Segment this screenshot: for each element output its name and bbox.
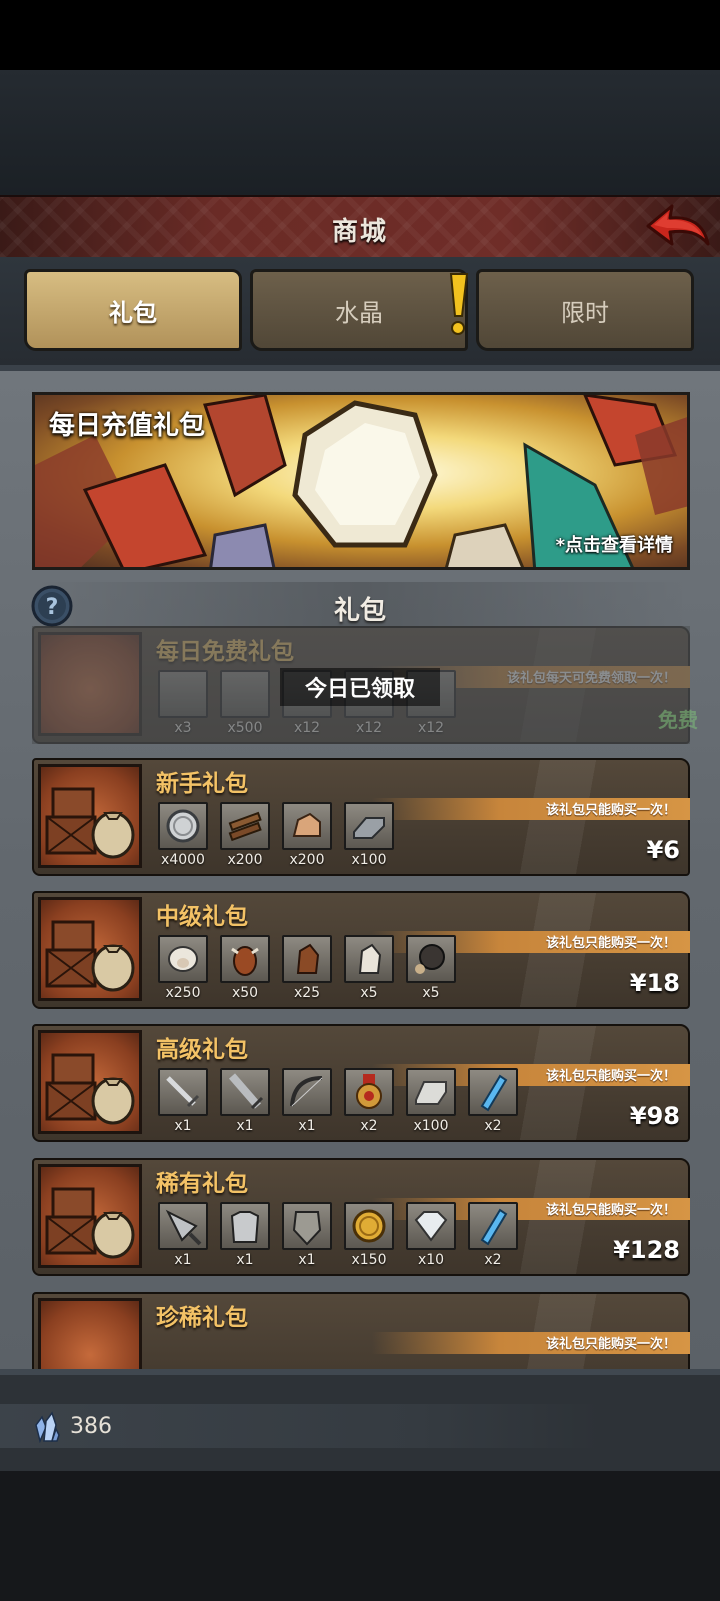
pack-item: x250: [158, 935, 208, 1007]
banner-hint: *点击查看详情: [555, 535, 673, 556]
tab-label: 礼包: [109, 298, 157, 327]
pack-crates-icon: [38, 1030, 142, 1134]
silver-coin-icon: [158, 802, 208, 850]
wood-planks-icon: [220, 802, 270, 850]
cow-icon: [220, 935, 270, 983]
section-title: 礼包: [333, 596, 386, 626]
pack-price: 免费: [658, 708, 698, 732]
banner-title: 每日充值礼包: [49, 411, 206, 441]
dark-orb-icon: [406, 935, 456, 983]
pack-item: x4000: [158, 802, 208, 874]
drill-icon: [158, 1202, 208, 1250]
pack-item: x10: [406, 1202, 456, 1274]
title-bar: 商城: [0, 195, 720, 261]
sword-icon: [158, 1068, 208, 1116]
pack-limit-text: 该礼包只能购买一次！: [545, 936, 676, 951]
pack-price-button[interactable]: ¥18: [630, 969, 680, 997]
stone-ore-icon: [282, 802, 332, 850]
pack-price-button[interactable]: ¥98: [630, 1102, 680, 1130]
tab-label: 限时: [561, 298, 609, 327]
pack-item: x25: [282, 935, 332, 1007]
pack-limit-text: 该礼包只能购买一次！: [545, 1069, 676, 1084]
pack-name: 新手礼包: [156, 771, 248, 797]
pack-limit-text: 该礼包只能购买一次！: [545, 1337, 676, 1352]
tab-limited-time[interactable]: 限时: [476, 269, 694, 351]
pack-item: x1: [158, 1068, 208, 1140]
tab-crystals[interactable]: 水晶: [250, 269, 468, 351]
back-arrow-icon: [646, 204, 710, 246]
pack-limit-text: 该礼包只能购买一次！: [545, 1203, 676, 1218]
pack-item: x2: [468, 1068, 518, 1140]
pack-name: 中级礼包: [156, 904, 248, 930]
pack-item: x5: [406, 935, 456, 1007]
pack-advanced[interactable]: 高级礼包 该礼包只能购买一次！ x1 x1 x1 x2 x100 x2 ¥98: [32, 1024, 690, 1142]
pack-price-button[interactable]: ¥6: [647, 836, 680, 864]
pack-intermediate[interactable]: 中级礼包 该礼包只能购买一次！ x250 x50 x25 x5 x5 ¥18: [32, 891, 690, 1009]
pack-item: x200: [282, 802, 332, 874]
pack-item: x1: [282, 1202, 332, 1274]
page-title: 商城: [331, 217, 388, 247]
exclamation-alert-icon: [446, 272, 470, 338]
tab-gift-packs[interactable]: 礼包: [24, 269, 242, 351]
bow-icon: [282, 1068, 332, 1116]
pack-price-button[interactable]: ¥128: [613, 1236, 680, 1264]
tab-label: 水晶: [335, 298, 383, 327]
pack-limit-text: 该礼包只能购买一次！: [545, 803, 676, 818]
pack-rare[interactable]: 稀有礼包 该礼包只能购买一次！ x1 x1 x1 x150 x10 x2 ¥12…: [32, 1158, 690, 1276]
pack-name: 稀有礼包: [156, 1171, 248, 1197]
pack-item: x1: [220, 1202, 270, 1274]
medal-icon: [344, 1068, 394, 1116]
iron-ingot-icon: [344, 802, 394, 850]
pack-crates-icon: [38, 897, 142, 1001]
pack-item: x1: [158, 1202, 208, 1274]
pack-crates-icon: [38, 764, 142, 868]
pack-item: x100: [406, 1068, 456, 1140]
pack-item: x5: [344, 935, 394, 1007]
crystal-icon: [34, 1411, 60, 1444]
blue-crystal-icon: [468, 1068, 518, 1116]
upper-frame: [0, 70, 720, 195]
pack-precious[interactable]: 珍稀礼包 该礼包只能购买一次！: [32, 1292, 690, 1369]
blue-crystal-icon: [468, 1202, 518, 1250]
pack-item: x2: [468, 1202, 518, 1274]
pack-newbie[interactable]: 新手礼包 该礼包只能购买一次！ x4000 x200 x200 x100 ¥6: [32, 758, 690, 876]
pack-item: x200: [220, 802, 270, 874]
bottom-void: [0, 1471, 720, 1601]
diamond-icon: [406, 1202, 456, 1250]
armor-icon: [220, 1202, 270, 1250]
pack-item: x1: [282, 1068, 332, 1140]
daily-recharge-banner[interactable]: 每日充值礼包 *点击查看详情: [32, 392, 690, 570]
gold-coin-icon: [344, 1202, 394, 1250]
greatsword-icon: [220, 1068, 270, 1116]
pack-name: 珍稀礼包: [156, 1305, 248, 1331]
claimed-status: 今日已领取: [280, 668, 440, 706]
back-button[interactable]: [640, 198, 714, 254]
pack-item: x2: [344, 1068, 394, 1140]
white-horse-icon: [344, 935, 394, 983]
crystal-count: 386: [70, 1414, 112, 1439]
pack-item: x1: [220, 1068, 270, 1140]
pack-item: x100: [344, 802, 394, 874]
sheep-icon: [158, 935, 208, 983]
silver-ingot-icon: [406, 1068, 456, 1116]
pack-item: x50: [220, 935, 270, 1007]
pack-crates-icon: [38, 1298, 142, 1369]
pack-name: 高级礼包: [156, 1037, 248, 1063]
pack-item: x150: [344, 1202, 394, 1274]
brown-horse-icon: [282, 935, 332, 983]
shield-icon: [282, 1202, 332, 1250]
status-bar-area: [0, 0, 720, 70]
pack-crates-icon: [38, 1164, 142, 1268]
